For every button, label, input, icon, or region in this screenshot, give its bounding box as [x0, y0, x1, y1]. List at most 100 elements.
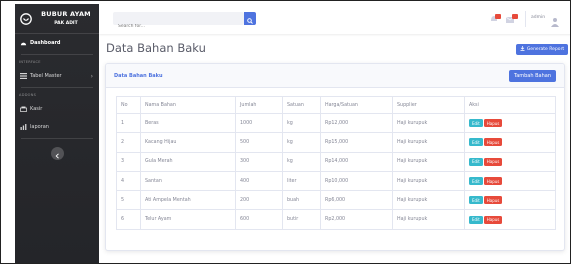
topbar-divider: [525, 11, 526, 27]
cell-no: 1: [116, 112, 141, 134]
edit-button[interactable]: Edit: [469, 215, 483, 224]
sidebar-item-kasir[interactable]: Kasir: [15, 100, 99, 118]
cell-supplier: Haji kurupuk: [392, 209, 465, 230]
column-header-supplier: Supplier: [392, 96, 465, 114]
cell-aksi: Edit Hapus: [464, 209, 556, 230]
search-button[interactable]: [244, 12, 256, 25]
column-header-no: No: [116, 96, 141, 114]
cell-satuan: buah: [282, 190, 321, 211]
column-header-satuan: Satuan: [282, 96, 321, 114]
column-header-jumlah: Jumlah: [235, 96, 283, 114]
generate-report-button[interactable]: Generate Report: [516, 44, 568, 55]
cell-nama: Ati Ampela Mentah: [140, 190, 236, 211]
search-input[interactable]: [113, 20, 244, 33]
edit-button[interactable]: Edit: [469, 119, 483, 128]
cell-aksi: Edit Hapus: [464, 170, 556, 192]
sidebar-toggle-button[interactable]: [50, 144, 64, 163]
cell-jumlah: 300: [235, 151, 283, 172]
sidebar-item-laporan[interactable]: laporan: [15, 118, 99, 136]
cell-harga: Rp12,000: [320, 112, 393, 134]
sidebar-divider: [21, 87, 93, 88]
page-title: Data Bahan Baku: [106, 41, 206, 55]
sidebar-item-label: Dashboard: [30, 40, 61, 46]
avatar[interactable]: [550, 12, 560, 27]
cell-harga: Rp6,000: [320, 190, 393, 211]
table-row: 6 Telur Ayam 600 butir Rp2,000 Haji kuru…: [116, 209, 556, 230]
table-row: 4 Santan 400 liter Rp10,000 Haji kurupuk…: [116, 170, 556, 192]
sidebar-item-label: laporan: [30, 124, 49, 130]
edit-button[interactable]: Edit: [469, 196, 483, 205]
cell-nama: Gula Merah: [140, 151, 236, 172]
messages-button[interactable]: [505, 13, 518, 23]
sidebar-item-tabel-master[interactable]: Tabel Master ›: [15, 67, 99, 85]
cell-aksi: Edit Hapus: [464, 151, 556, 172]
edit-button[interactable]: Edit: [469, 138, 483, 147]
app-window: BUBUR AYAM PAK ADIT Dashboard INTERFACE …: [0, 0, 571, 264]
chevron-right-icon: ›: [90, 72, 93, 80]
chart-icon: [19, 123, 27, 131]
delete-button[interactable]: Hapus: [483, 177, 503, 186]
edit-button[interactable]: Edit: [469, 157, 483, 166]
alerts-bell-button[interactable]: [489, 13, 501, 23]
data-card: Data Bahan Baku Tambah Bahan No Nama Bah…: [105, 63, 565, 251]
table-row: 3 Gula Merah 300 kg Rp14,000 Haji kurupu…: [116, 151, 556, 172]
cell-aksi: Edit Hapus: [464, 112, 556, 134]
column-header-aksi: Aksi: [464, 96, 556, 114]
download-icon: [520, 46, 525, 53]
ingredients-table: No Nama Bahan Jumlah Satuan Harga/Satuan…: [116, 96, 556, 230]
bowl-logo-icon: [19, 12, 33, 26]
cell-satuan: kg: [282, 132, 321, 153]
search-icon: [247, 9, 253, 28]
delete-button[interactable]: Hapus: [483, 196, 503, 205]
cell-jumlah: 1000: [235, 112, 283, 134]
cell-jumlah: 600: [235, 209, 283, 230]
sidebar-heading-addons: ADDONS: [19, 93, 37, 97]
column-header-nama: Nama Bahan: [140, 96, 236, 114]
cell-no: 2: [116, 132, 141, 153]
cell-aksi: Edit Hapus: [464, 132, 556, 153]
cell-harga: Rp2,000: [320, 209, 393, 230]
cell-harga: Rp10,000: [320, 170, 393, 192]
add-ingredient-button[interactable]: Tambah Bahan: [509, 70, 556, 82]
cell-harga: Rp15,000: [320, 132, 393, 153]
cell-supplier: Haji kurupuk: [392, 170, 465, 192]
cell-jumlah: 200: [235, 190, 283, 211]
cell-supplier: Haji kurupuk: [392, 151, 465, 172]
edit-button[interactable]: Edit: [469, 177, 483, 186]
delete-button[interactable]: Hapus: [483, 138, 503, 147]
chevron-left-icon: [55, 144, 60, 163]
delete-button[interactable]: Hapus: [483, 215, 503, 224]
topbar: admin: [99, 4, 570, 34]
cell-harga: Rp14,000: [320, 151, 393, 172]
column-header-harga: Harga/Satuan: [320, 96, 393, 114]
table-header-row: No Nama Bahan Jumlah Satuan Harga/Satuan…: [116, 96, 556, 114]
sidebar-item-dashboard[interactable]: Dashboard: [15, 34, 99, 52]
cell-nama: Kacang Hijau: [140, 132, 236, 153]
sidebar-item-label: Tabel Master: [30, 73, 62, 79]
card-header: Data Bahan Baku Tambah Bahan: [106, 64, 564, 88]
cell-no: 3: [116, 151, 141, 172]
brand-name: BUBUR AYAM PAK ADIT: [33, 10, 99, 27]
sidebar: BUBUR AYAM PAK ADIT Dashboard INTERFACE …: [15, 4, 99, 263]
envelope-icon: [505, 9, 518, 28]
cell-nama: Telur Ayam: [140, 209, 236, 230]
search-box: [113, 12, 244, 33]
cell-jumlah: 400: [235, 170, 283, 192]
generate-report-label: Generate Report: [526, 47, 565, 52]
dashboard-icon: [19, 39, 27, 47]
cell-jumlah: 500: [235, 132, 283, 153]
table-icon: [19, 72, 27, 80]
cell-satuan: liter: [282, 170, 321, 192]
card-title: Data Bahan Baku: [114, 73, 163, 79]
user-name[interactable]: admin: [531, 15, 545, 20]
bell-icon: [489, 9, 501, 28]
delete-button[interactable]: Hapus: [483, 119, 503, 128]
table-row: 5 Ati Ampela Mentah 200 buah Rp6,000 Haj…: [116, 190, 556, 211]
cell-no: 4: [116, 170, 141, 192]
delete-button[interactable]: Hapus: [483, 157, 503, 166]
cell-supplier: Haji kurupuk: [392, 132, 465, 153]
sidebar-heading-interface: INTERFACE: [19, 60, 41, 64]
sidebar-divider: [21, 138, 93, 139]
sidebar-brand[interactable]: BUBUR AYAM PAK ADIT: [15, 4, 99, 34]
cell-supplier: Haji kurupuk: [392, 112, 465, 134]
